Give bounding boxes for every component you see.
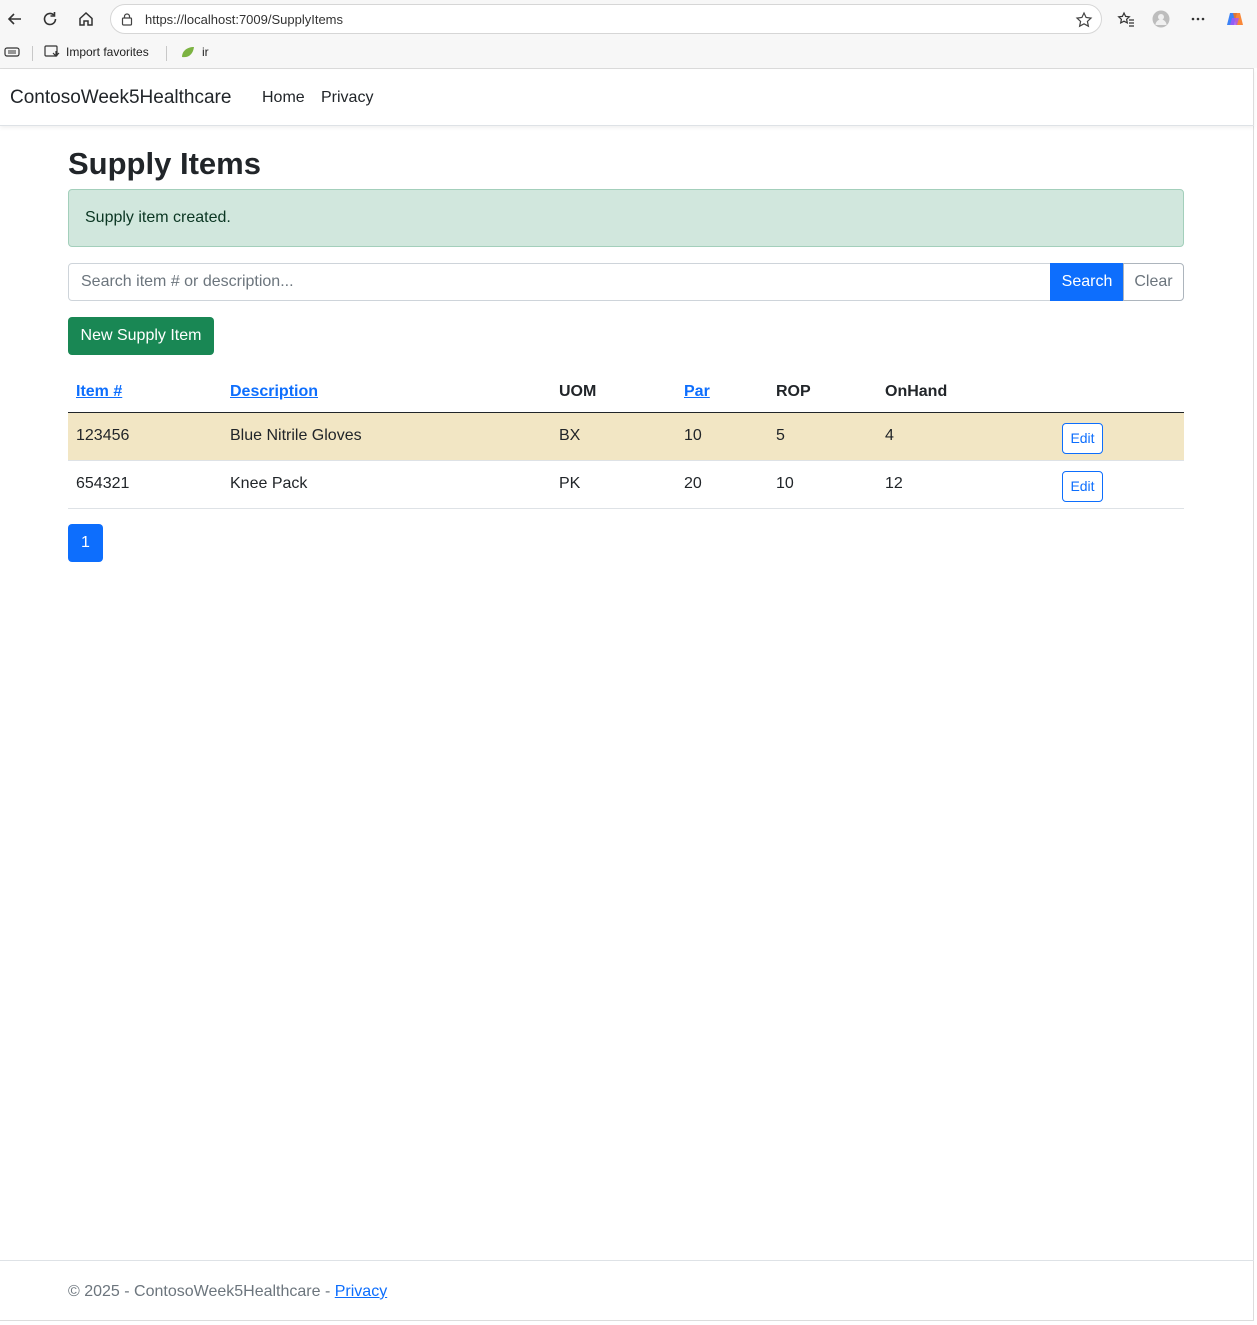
edit-button[interactable]: Edit bbox=[1062, 422, 1103, 454]
tab-actions-icon[interactable] bbox=[4, 45, 20, 59]
lock-icon bbox=[121, 13, 133, 26]
supply-items-table: Item # Description UOM Par ROP OnHand 12… bbox=[68, 372, 1184, 509]
clear-button[interactable]: Clear bbox=[1123, 263, 1184, 301]
brand-link[interactable]: ContosoWeek5Healthcare bbox=[10, 87, 231, 109]
cell-uom: PK bbox=[551, 460, 676, 509]
bookmark-separator bbox=[32, 46, 33, 61]
footer-text: © 2025 - ContosoWeek5Healthcare - Privac… bbox=[68, 1283, 387, 1301]
leaf-icon bbox=[182, 47, 194, 58]
nav-link-home[interactable]: Home bbox=[262, 89, 305, 107]
profile-avatar-icon[interactable] bbox=[1148, 6, 1174, 32]
column-header-uom: UOM bbox=[551, 372, 676, 413]
app-navbar: ContosoWeek5Healthcare Home Privacy bbox=[0, 69, 1254, 126]
bookmark-label: Import favorites bbox=[66, 45, 149, 59]
cell-item: 654321 bbox=[68, 460, 222, 509]
refresh-icon[interactable] bbox=[37, 6, 63, 32]
page-viewport: ContosoWeek5Healthcare Home Privacy Supp… bbox=[0, 68, 1254, 1321]
cell-par: 20 bbox=[676, 460, 768, 509]
copyright-text: © 2025 - ContosoWeek5Healthcare - bbox=[68, 1283, 335, 1300]
footer-privacy-link[interactable]: Privacy bbox=[335, 1283, 387, 1300]
url-text: https://localhost:7009/SupplyItems bbox=[145, 12, 344, 27]
search-button[interactable]: Search bbox=[1050, 263, 1124, 301]
column-header-description[interactable]: Description bbox=[222, 372, 551, 413]
bookmark-separator bbox=[166, 46, 167, 61]
cell-description: Knee Pack bbox=[222, 460, 551, 509]
cell-onhand: 4 bbox=[877, 412, 1054, 461]
more-options-icon[interactable] bbox=[1185, 6, 1211, 32]
cell-actions: Edit bbox=[1054, 460, 1184, 509]
cell-onhand: 12 bbox=[877, 460, 1054, 509]
footer: © 2025 - ContosoWeek5Healthcare - Privac… bbox=[0, 1260, 1254, 1322]
cell-uom: BX bbox=[551, 412, 676, 461]
edit-button[interactable]: Edit bbox=[1062, 470, 1103, 502]
table-header-row: Item # Description UOM Par ROP OnHand bbox=[68, 372, 1184, 413]
sort-link-item[interactable]: Item # bbox=[76, 383, 122, 400]
column-header-rop: ROP bbox=[768, 372, 877, 413]
cell-rop: 5 bbox=[768, 412, 877, 461]
column-header-item[interactable]: Item # bbox=[68, 372, 222, 413]
column-header-par[interactable]: Par bbox=[676, 372, 768, 413]
column-header-actions bbox=[1054, 372, 1184, 413]
search-input[interactable] bbox=[68, 263, 1051, 301]
table-row: 123456 Blue Nitrile Gloves BX 10 5 4 Edi… bbox=[68, 412, 1184, 461]
copilot-icon[interactable] bbox=[1222, 6, 1248, 32]
bookmark-label: ir bbox=[202, 45, 209, 59]
sort-link-description[interactable]: Description bbox=[230, 383, 318, 400]
bookmarks-bar: Import favorites ir bbox=[0, 38, 1257, 68]
page-title: Supply Items bbox=[68, 146, 261, 181]
pagination-page-1[interactable]: 1 bbox=[68, 524, 103, 562]
back-icon[interactable] bbox=[2, 6, 28, 32]
search-form: Search Clear bbox=[68, 263, 1184, 301]
sort-link-par[interactable]: Par bbox=[684, 383, 710, 400]
cell-par: 10 bbox=[676, 412, 768, 461]
column-header-onhand: OnHand bbox=[877, 372, 1054, 413]
table-row: 654321 Knee Pack PK 20 10 12 Edit bbox=[68, 460, 1184, 509]
home-icon[interactable] bbox=[73, 6, 99, 32]
favorite-star-icon[interactable] bbox=[1075, 11, 1093, 29]
bookmark-ir[interactable]: ir bbox=[180, 45, 209, 59]
favorites-icon[interactable] bbox=[1113, 6, 1139, 32]
browser-toolbar: https://localhost:7009/SupplyItems bbox=[0, 0, 1257, 38]
cell-description: Blue Nitrile Gloves bbox=[222, 412, 551, 461]
cell-item: 123456 bbox=[68, 412, 222, 461]
nav-link-privacy[interactable]: Privacy bbox=[321, 89, 373, 107]
cell-rop: 10 bbox=[768, 460, 877, 509]
success-alert: Supply item created. bbox=[68, 189, 1184, 247]
bookmark-import-favorites[interactable]: Import favorites bbox=[44, 45, 149, 59]
import-icon bbox=[44, 45, 60, 57]
new-supply-item-button[interactable]: New Supply Item bbox=[68, 317, 214, 355]
cell-actions: Edit bbox=[1054, 412, 1184, 461]
address-bar[interactable]: https://localhost:7009/SupplyItems bbox=[110, 4, 1102, 34]
